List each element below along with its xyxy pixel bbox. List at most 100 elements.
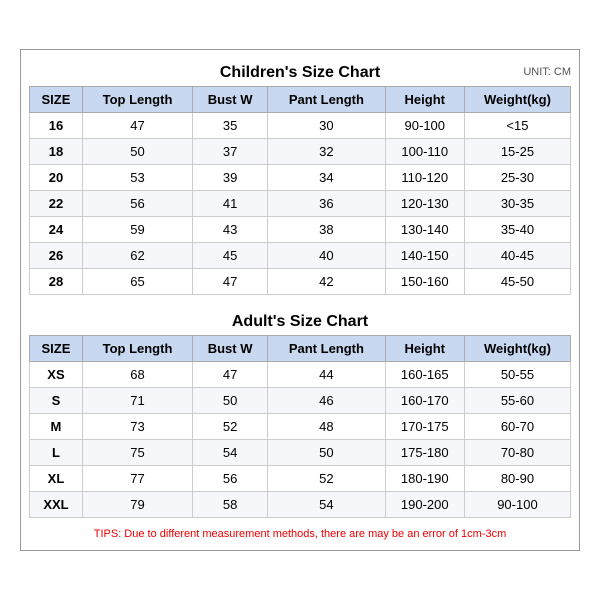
children-title: Children's Size Chart bbox=[29, 64, 571, 82]
adults-col-pant-length: Pant Length bbox=[268, 336, 386, 362]
table-cell: L bbox=[30, 440, 83, 466]
table-row: 22564136120-13030-35 bbox=[30, 191, 571, 217]
unit-label: UNIT: CM bbox=[523, 66, 571, 78]
children-col-size: SIZE bbox=[30, 87, 83, 113]
table-cell: 37 bbox=[193, 139, 268, 165]
chart-container: Children's Size Chart UNIT: CM SIZE Top … bbox=[20, 49, 580, 551]
table-cell: <15 bbox=[464, 113, 570, 139]
table-cell: 35 bbox=[193, 113, 268, 139]
tips-text: TIPS: Due to different measurement metho… bbox=[29, 524, 571, 542]
adults-col-top-length: Top Length bbox=[82, 336, 192, 362]
table-row: 18503732100-11015-25 bbox=[30, 139, 571, 165]
table-cell: 90-100 bbox=[385, 113, 464, 139]
table-cell: 54 bbox=[268, 492, 386, 518]
table-cell: 38 bbox=[268, 217, 386, 243]
table-cell: 40 bbox=[268, 243, 386, 269]
table-cell: 175-180 bbox=[385, 440, 464, 466]
adults-header-row: SIZE Top Length Bust W Pant Length Heigh… bbox=[30, 336, 571, 362]
children-col-height: Height bbox=[385, 87, 464, 113]
table-cell: 53 bbox=[82, 165, 192, 191]
table-cell: 60-70 bbox=[464, 414, 570, 440]
table-cell: 16 bbox=[30, 113, 83, 139]
table-cell: 170-175 bbox=[385, 414, 464, 440]
children-col-weight: Weight(kg) bbox=[464, 87, 570, 113]
table-cell: 120-130 bbox=[385, 191, 464, 217]
table-cell: M bbox=[30, 414, 83, 440]
table-cell: 54 bbox=[193, 440, 268, 466]
table-cell: 46 bbox=[268, 388, 386, 414]
table-cell: 59 bbox=[82, 217, 192, 243]
table-cell: 140-150 bbox=[385, 243, 464, 269]
children-header-row: SIZE Top Length Bust W Pant Length Heigh… bbox=[30, 87, 571, 113]
table-cell: 48 bbox=[268, 414, 386, 440]
children-col-bust-w: Bust W bbox=[193, 87, 268, 113]
table-cell: 47 bbox=[193, 362, 268, 388]
adults-col-bust-w: Bust W bbox=[193, 336, 268, 362]
table-cell: 47 bbox=[193, 269, 268, 295]
table-row: L755450175-18070-80 bbox=[30, 440, 571, 466]
children-table: SIZE Top Length Bust W Pant Length Heigh… bbox=[29, 86, 571, 295]
table-row: 28654742150-16045-50 bbox=[30, 269, 571, 295]
children-section-header: Children's Size Chart UNIT: CM bbox=[29, 58, 571, 86]
table-cell: XL bbox=[30, 466, 83, 492]
table-cell: 52 bbox=[268, 466, 386, 492]
table-cell: 25-30 bbox=[464, 165, 570, 191]
table-cell: 15-25 bbox=[464, 139, 570, 165]
table-row: XXL795854190-20090-100 bbox=[30, 492, 571, 518]
table-cell: 55-60 bbox=[464, 388, 570, 414]
table-cell: 56 bbox=[193, 466, 268, 492]
table-cell: 71 bbox=[82, 388, 192, 414]
table-row: 24594338130-14035-40 bbox=[30, 217, 571, 243]
children-col-top-length: Top Length bbox=[82, 87, 192, 113]
table-cell: 42 bbox=[268, 269, 386, 295]
adults-title: Adult's Size Chart bbox=[29, 313, 571, 331]
table-row: 1647353090-100<15 bbox=[30, 113, 571, 139]
table-cell: 20 bbox=[30, 165, 83, 191]
table-cell: 30 bbox=[268, 113, 386, 139]
table-cell: 45 bbox=[193, 243, 268, 269]
table-cell: 68 bbox=[82, 362, 192, 388]
adults-col-height: Height bbox=[385, 336, 464, 362]
table-cell: 50 bbox=[82, 139, 192, 165]
table-cell: 56 bbox=[82, 191, 192, 217]
table-cell: XS bbox=[30, 362, 83, 388]
table-cell: 50-55 bbox=[464, 362, 570, 388]
table-row: S715046160-17055-60 bbox=[30, 388, 571, 414]
table-cell: 73 bbox=[82, 414, 192, 440]
table-cell: 45-50 bbox=[464, 269, 570, 295]
table-row: XS684744160-16550-55 bbox=[30, 362, 571, 388]
adults-section-header: Adult's Size Chart bbox=[29, 307, 571, 335]
table-cell: 90-100 bbox=[464, 492, 570, 518]
table-cell: 65 bbox=[82, 269, 192, 295]
table-row: 20533934110-12025-30 bbox=[30, 165, 571, 191]
table-cell: 160-165 bbox=[385, 362, 464, 388]
table-cell: 180-190 bbox=[385, 466, 464, 492]
table-cell: 58 bbox=[193, 492, 268, 518]
table-cell: 24 bbox=[30, 217, 83, 243]
table-cell: 40-45 bbox=[464, 243, 570, 269]
table-row: XL775652180-19080-90 bbox=[30, 466, 571, 492]
table-cell: 130-140 bbox=[385, 217, 464, 243]
table-cell: 18 bbox=[30, 139, 83, 165]
table-cell: 100-110 bbox=[385, 139, 464, 165]
table-cell: 50 bbox=[193, 388, 268, 414]
table-cell: 79 bbox=[82, 492, 192, 518]
table-cell: 62 bbox=[82, 243, 192, 269]
table-cell: 47 bbox=[82, 113, 192, 139]
table-cell: 35-40 bbox=[464, 217, 570, 243]
table-cell: 30-35 bbox=[464, 191, 570, 217]
table-cell: 75 bbox=[82, 440, 192, 466]
table-cell: 50 bbox=[268, 440, 386, 466]
table-cell: S bbox=[30, 388, 83, 414]
table-cell: 80-90 bbox=[464, 466, 570, 492]
table-cell: 26 bbox=[30, 243, 83, 269]
table-cell: 41 bbox=[193, 191, 268, 217]
adults-table: SIZE Top Length Bust W Pant Length Heigh… bbox=[29, 335, 571, 518]
table-cell: 28 bbox=[30, 269, 83, 295]
table-cell: 34 bbox=[268, 165, 386, 191]
adults-col-size: SIZE bbox=[30, 336, 83, 362]
table-cell: 110-120 bbox=[385, 165, 464, 191]
adults-col-weight: Weight(kg) bbox=[464, 336, 570, 362]
table-cell: 32 bbox=[268, 139, 386, 165]
table-row: M735248170-17560-70 bbox=[30, 414, 571, 440]
